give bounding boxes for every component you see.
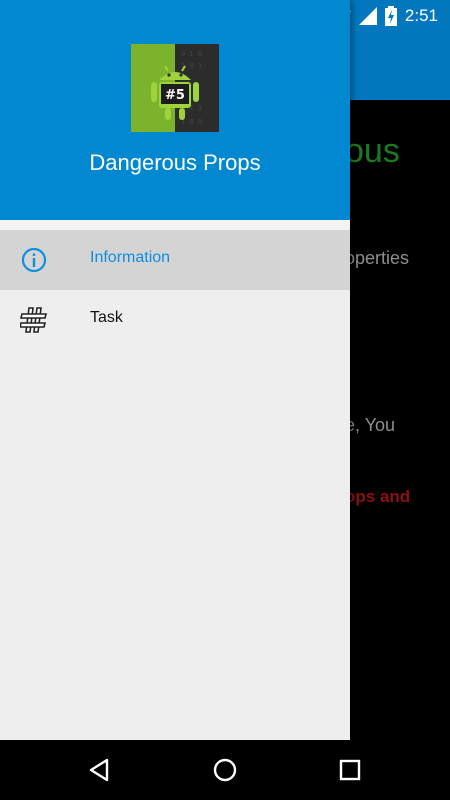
- recents-icon[interactable]: [335, 755, 365, 785]
- menu-item-information[interactable]: Information: [0, 230, 350, 290]
- svg-text:0 1 0: 0 1 0: [181, 50, 202, 58]
- signal-icon: [358, 7, 377, 25]
- app-logo-text: #5: [165, 88, 185, 103]
- battery-charging-icon: [384, 6, 397, 26]
- drawer-header: 0 1 0 1 0 1 0 1 1 1 0 0 #5 Dangerous Pro…: [0, 0, 350, 220]
- menu-item-task-label: Task: [90, 309, 123, 326]
- info-icon: [21, 247, 47, 273]
- background-text-fragment-2: e, You: [345, 415, 396, 435]
- status-time: 2:51: [404, 6, 438, 25]
- background-title-fragment: ous: [345, 132, 400, 170]
- menu-item-information-label: Information: [90, 249, 171, 266]
- back-icon[interactable]: [85, 755, 115, 785]
- hash-icon: [20, 307, 48, 333]
- app-logo-icon: 0 1 0 1 0 1 0 1 1 1 0 0 #5: [131, 44, 219, 132]
- drawer-title: Dangerous Props: [89, 150, 261, 175]
- system-navigation-bar: [0, 740, 450, 800]
- home-icon[interactable]: [210, 755, 240, 785]
- drawer-divider: [0, 220, 350, 230]
- navigation-drawer: 0 1 0 1 0 1 0 1 1 1 0 0 #5 Dangerous Pro…: [0, 0, 350, 740]
- background-text-fragment-1: operties: [345, 248, 410, 268]
- background-text-fragment-3: ops and: [345, 487, 411, 506]
- menu-item-task[interactable]: Task: [0, 290, 350, 350]
- svg-text:1 0 0: 1 0 0: [181, 118, 202, 126]
